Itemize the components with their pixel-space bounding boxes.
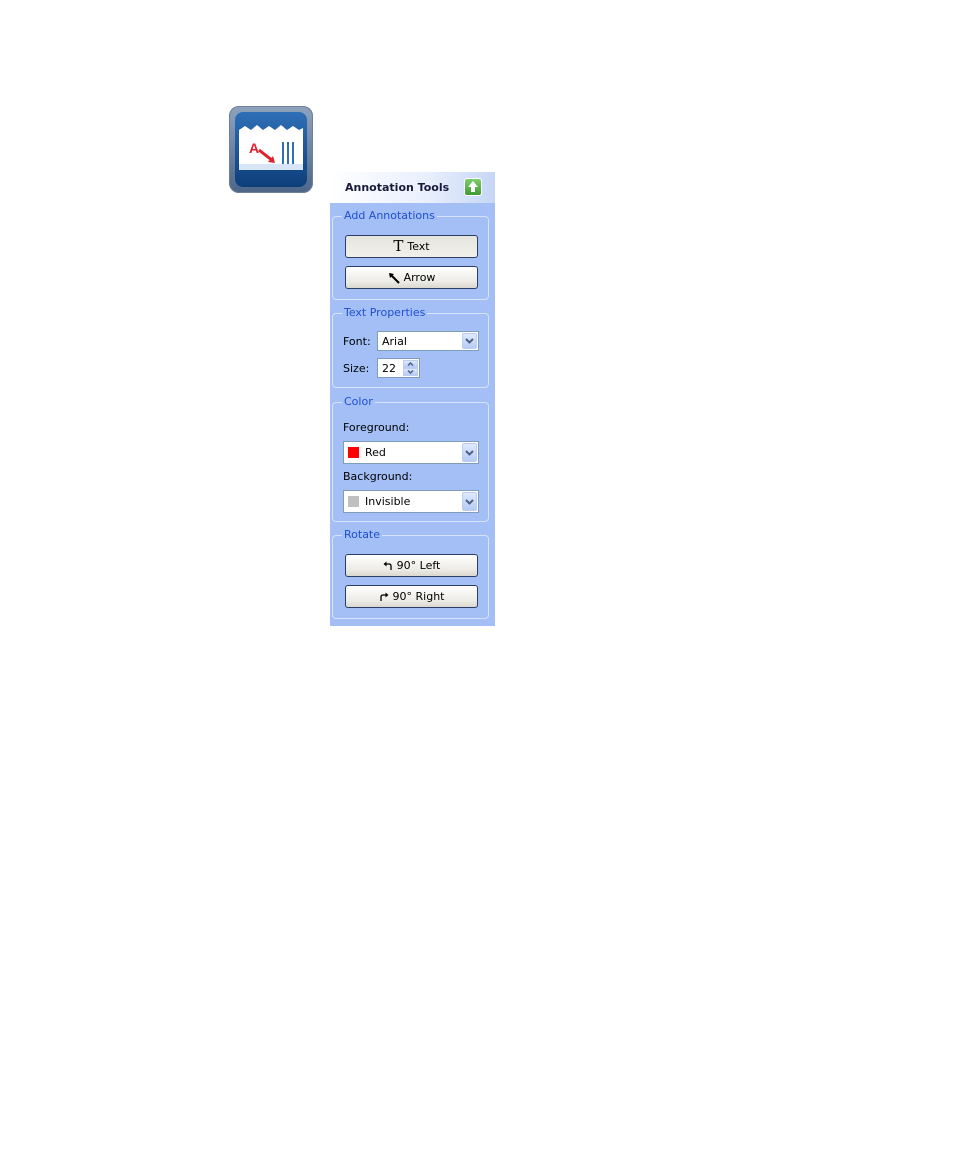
- add-annotations-group: Add Annotations T Text Arrow: [332, 209, 489, 300]
- spin-up-icon[interactable]: [403, 360, 418, 368]
- foreground-value: Red: [365, 446, 386, 459]
- chevron-down-icon[interactable]: [462, 333, 477, 349]
- background-select-value: Invisible: [344, 495, 462, 508]
- color-legend: Color: [342, 395, 375, 409]
- text-tool-icon: T: [393, 237, 404, 255]
- annotation-tools-panel: Annotation Tools Add Annotations T Text …: [330, 172, 495, 626]
- rotate-right-label: 90° Right: [392, 590, 445, 603]
- arrow-button-label: Arrow: [403, 271, 436, 284]
- add-annotations-legend: Add Annotations: [342, 209, 437, 223]
- rotate-left-icon: [383, 561, 392, 570]
- up-arrow-icon: [468, 181, 478, 192]
- rotate-group: Rotate 90° Left 90° Right: [332, 528, 489, 619]
- foreground-label: Foreground:: [343, 421, 410, 434]
- rotate-legend: Rotate: [342, 528, 383, 542]
- foreground-color-select[interactable]: Red: [343, 441, 479, 464]
- panel-header: Annotation Tools: [330, 172, 495, 203]
- text-properties-legend: Text Properties: [342, 306, 428, 320]
- rotate-left-label: 90° Left: [396, 559, 441, 572]
- rotate-right-button[interactable]: 90° Right: [345, 585, 478, 608]
- font-label: Font:: [343, 335, 371, 348]
- rotate-left-button[interactable]: 90° Left: [345, 554, 478, 577]
- collapse-button[interactable]: [464, 178, 482, 196]
- font-select-value: Arial: [382, 334, 407, 348]
- text-properties-group: Text Properties Font: Arial Size: 22: [332, 306, 489, 388]
- panel-title: Annotation Tools: [345, 181, 450, 194]
- background-value: Invisible: [365, 495, 411, 508]
- annotation-image-icon: A: [235, 112, 307, 187]
- background-swatch: [348, 496, 359, 507]
- svg-text:A: A: [249, 140, 259, 156]
- arrow-tool-icon: [388, 272, 400, 284]
- chevron-down-icon[interactable]: [462, 492, 477, 511]
- foreground-swatch: [348, 447, 359, 458]
- text-annotation-button[interactable]: T Text: [345, 235, 478, 258]
- annotation-app-icon[interactable]: A: [229, 106, 313, 193]
- rotate-right-icon: [379, 592, 389, 601]
- size-stepper-value: 22: [382, 361, 396, 375]
- background-color-select[interactable]: Invisible: [343, 490, 479, 513]
- chevron-down-icon[interactable]: [462, 443, 477, 462]
- size-stepper[interactable]: 22: [377, 358, 420, 378]
- background-label: Background:: [343, 470, 413, 483]
- spin-buttons[interactable]: [403, 360, 418, 376]
- spin-down-icon[interactable]: [403, 368, 418, 376]
- foreground-select-value: Red: [344, 446, 462, 459]
- text-button-label: Text: [407, 240, 430, 253]
- font-select[interactable]: Arial: [377, 331, 479, 351]
- size-label: Size:: [343, 362, 370, 375]
- arrow-annotation-button[interactable]: Arrow: [345, 266, 478, 289]
- color-group: Color Foreground: Red Background: Invisi…: [332, 395, 489, 522]
